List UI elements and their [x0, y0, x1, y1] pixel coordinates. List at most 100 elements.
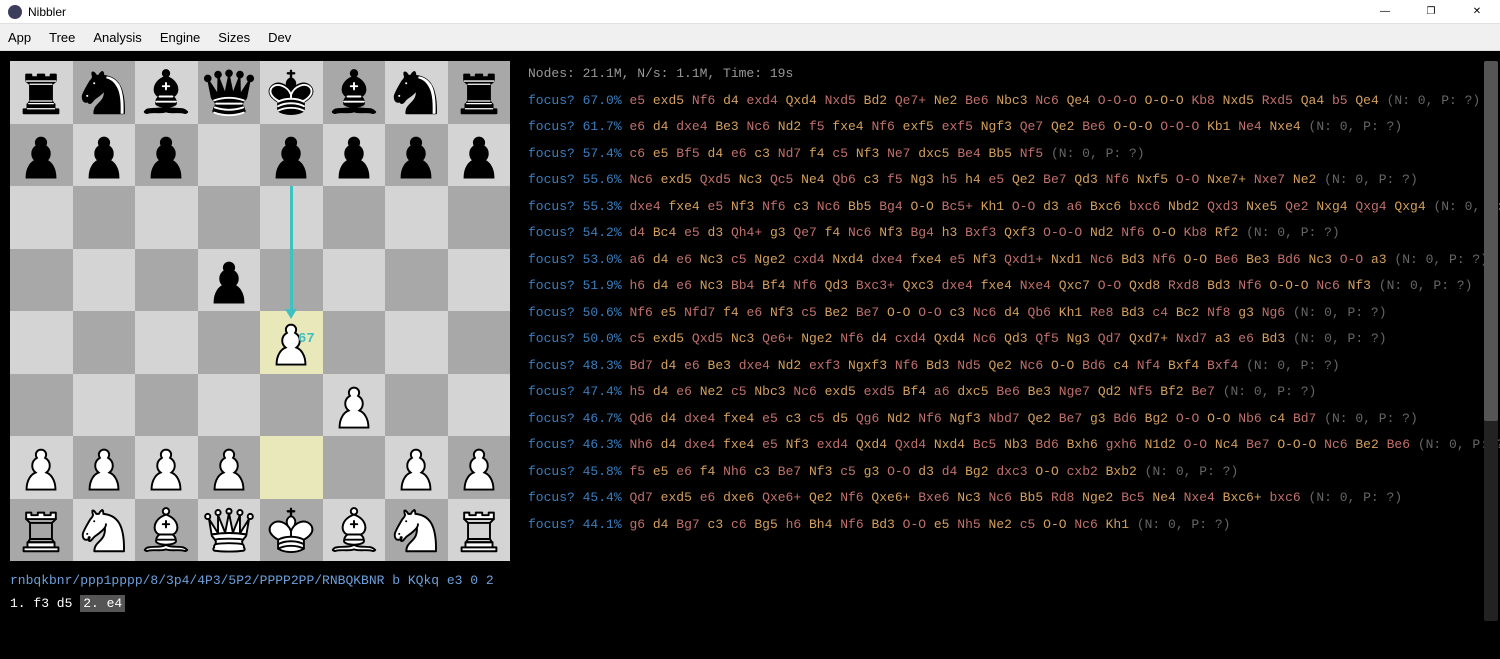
board-square[interactable]	[323, 311, 386, 374]
engine-line[interactable]: focus? 50.6% Nf6 e5 Nfd7 f4 e6 Nf3 c5 Be…	[528, 300, 1492, 327]
engine-line[interactable]: focus? 44.1% g6 d4 Bg7 c3 c6 Bg5 h6 Bh4 …	[528, 512, 1492, 539]
board-square[interactable]	[385, 61, 448, 124]
white-pawn-icon[interactable]	[75, 438, 133, 496]
engine-line[interactable]: focus? 48.3% Bd7 d4 e6 Be3 dxe4 Nd2 exf3…	[528, 353, 1492, 380]
engine-line[interactable]: focus? 54.2% d4 Bc4 e5 d3 Qh4+ g3 Qe7 f4…	[528, 220, 1492, 247]
scroll-thumb[interactable]	[1484, 61, 1498, 421]
black-pawn-icon[interactable]	[137, 126, 195, 184]
white-rook-icon[interactable]	[12, 501, 70, 559]
fen-display[interactable]: rnbqkbnr/ppp1pppp/8/3p4/4P3/5P2/PPPP2PP/…	[10, 573, 510, 588]
white-bishop-icon[interactable]	[137, 501, 195, 559]
board-square[interactable]	[135, 249, 198, 312]
board-square[interactable]	[385, 311, 448, 374]
board-square[interactable]	[73, 436, 136, 499]
menu-sizes[interactable]: Sizes	[218, 30, 250, 45]
board-square[interactable]	[323, 374, 386, 437]
maximize-button[interactable]: ❐	[1408, 0, 1454, 23]
board-square[interactable]	[385, 186, 448, 249]
board-square[interactable]	[260, 374, 323, 437]
engine-line[interactable]: focus? 47.4% h5 d4 e6 Ne2 c5 Nbc3 Nc6 ex…	[528, 379, 1492, 406]
board-square[interactable]	[198, 124, 261, 187]
board-square[interactable]	[198, 61, 261, 124]
black-bishop-icon[interactable]	[325, 63, 383, 121]
menu-app[interactable]: App	[8, 30, 31, 45]
board-square[interactable]	[73, 499, 136, 562]
board-square[interactable]	[323, 124, 386, 187]
engine-line[interactable]: focus? 50.0% c5 exd5 Qxd5 Nc3 Qe6+ Nge2 …	[528, 326, 1492, 353]
board-square[interactable]	[10, 186, 73, 249]
white-rook-icon[interactable]	[450, 501, 508, 559]
board-square[interactable]	[73, 374, 136, 437]
menu-engine[interactable]: Engine	[160, 30, 200, 45]
board-square[interactable]	[135, 61, 198, 124]
black-knight-icon[interactable]	[75, 63, 133, 121]
white-knight-icon[interactable]	[387, 501, 445, 559]
white-pawn-icon[interactable]	[12, 438, 70, 496]
white-pawn-icon[interactable]	[387, 438, 445, 496]
engine-line[interactable]: focus? 51.9% h6 d4 e6 Nc3 Bb4 Bf4 Nf6 Qd…	[528, 273, 1492, 300]
black-rook-icon[interactable]	[12, 63, 70, 121]
board-square[interactable]	[198, 436, 261, 499]
board-square[interactable]	[10, 61, 73, 124]
engine-line[interactable]: focus? 67.0% e5 exd5 Nf6 d4 exd4 Qxd4 Nx…	[528, 88, 1492, 115]
black-pawn-icon[interactable]	[200, 251, 258, 309]
menu-dev[interactable]: Dev	[268, 30, 291, 45]
chess-board[interactable]: 67	[10, 61, 510, 561]
board-square[interactable]	[198, 499, 261, 562]
board-square[interactable]	[323, 249, 386, 312]
board-square[interactable]	[385, 124, 448, 187]
engine-line[interactable]: focus? 53.0% a6 d4 e6 Nc3 c5 Nge2 cxd4 N…	[528, 247, 1492, 274]
board-square[interactable]	[10, 249, 73, 312]
minimize-button[interactable]: —	[1362, 0, 1408, 23]
menu-tree[interactable]: Tree	[49, 30, 75, 45]
scrollbar[interactable]	[1484, 61, 1498, 621]
black-pawn-icon[interactable]	[450, 126, 508, 184]
engine-line[interactable]: focus? 55.3% dxe4 fxe4 e5 Nf3 Nf6 c3 Nc6…	[528, 194, 1492, 221]
board-square[interactable]	[73, 61, 136, 124]
board-square[interactable]	[135, 186, 198, 249]
board-square[interactable]	[448, 499, 511, 562]
engine-line[interactable]: focus? 57.4% c6 e5 Bf5 d4 e6 c3 Nd7 f4 c…	[528, 141, 1492, 168]
board-square[interactable]	[323, 61, 386, 124]
board-square[interactable]	[260, 61, 323, 124]
white-pawn-icon[interactable]	[450, 438, 508, 496]
black-pawn-icon[interactable]	[75, 126, 133, 184]
menu-analysis[interactable]: Analysis	[93, 30, 141, 45]
board-square[interactable]	[73, 311, 136, 374]
white-knight-icon[interactable]	[75, 501, 133, 559]
board-square[interactable]	[385, 436, 448, 499]
board-square[interactable]	[10, 436, 73, 499]
engine-line[interactable]: focus? 46.3% Nh6 d4 dxe4 fxe4 e5 Nf3 exd…	[528, 432, 1492, 459]
engine-line[interactable]: focus? 55.6% Nc6 exd5 Qxd5 Nc3 Qc5 Ne4 Q…	[528, 167, 1492, 194]
board-square[interactable]	[448, 61, 511, 124]
board-square[interactable]	[260, 436, 323, 499]
black-knight-icon[interactable]	[387, 63, 445, 121]
board-square[interactable]	[448, 249, 511, 312]
white-pawn-icon[interactable]	[137, 438, 195, 496]
board-square[interactable]	[10, 311, 73, 374]
board-square[interactable]	[260, 499, 323, 562]
black-queen-icon[interactable]	[200, 63, 258, 121]
board-square[interactable]	[385, 374, 448, 437]
board-square[interactable]	[323, 499, 386, 562]
board-square[interactable]	[448, 436, 511, 499]
black-king-icon[interactable]	[262, 63, 320, 121]
board-square[interactable]	[323, 186, 386, 249]
board-square[interactable]	[385, 249, 448, 312]
board-square[interactable]	[448, 186, 511, 249]
move-list[interactable]: 1. f3 d5 2. e4	[10, 596, 510, 611]
board-square[interactable]	[385, 499, 448, 562]
board-square[interactable]	[448, 124, 511, 187]
engine-line[interactable]: focus? 46.7% Qd6 d4 dxe4 fxe4 e5 c3 c5 d…	[528, 406, 1492, 433]
board-square[interactable]	[135, 499, 198, 562]
board-square[interactable]	[73, 186, 136, 249]
white-pawn-icon[interactable]	[200, 438, 258, 496]
black-rook-icon[interactable]	[450, 63, 508, 121]
board-square[interactable]	[135, 311, 198, 374]
close-button[interactable]: ✕	[1454, 0, 1500, 23]
board-square[interactable]	[198, 249, 261, 312]
board-square[interactable]	[198, 374, 261, 437]
black-pawn-icon[interactable]	[325, 126, 383, 184]
board-square[interactable]	[73, 249, 136, 312]
board-square[interactable]	[135, 436, 198, 499]
